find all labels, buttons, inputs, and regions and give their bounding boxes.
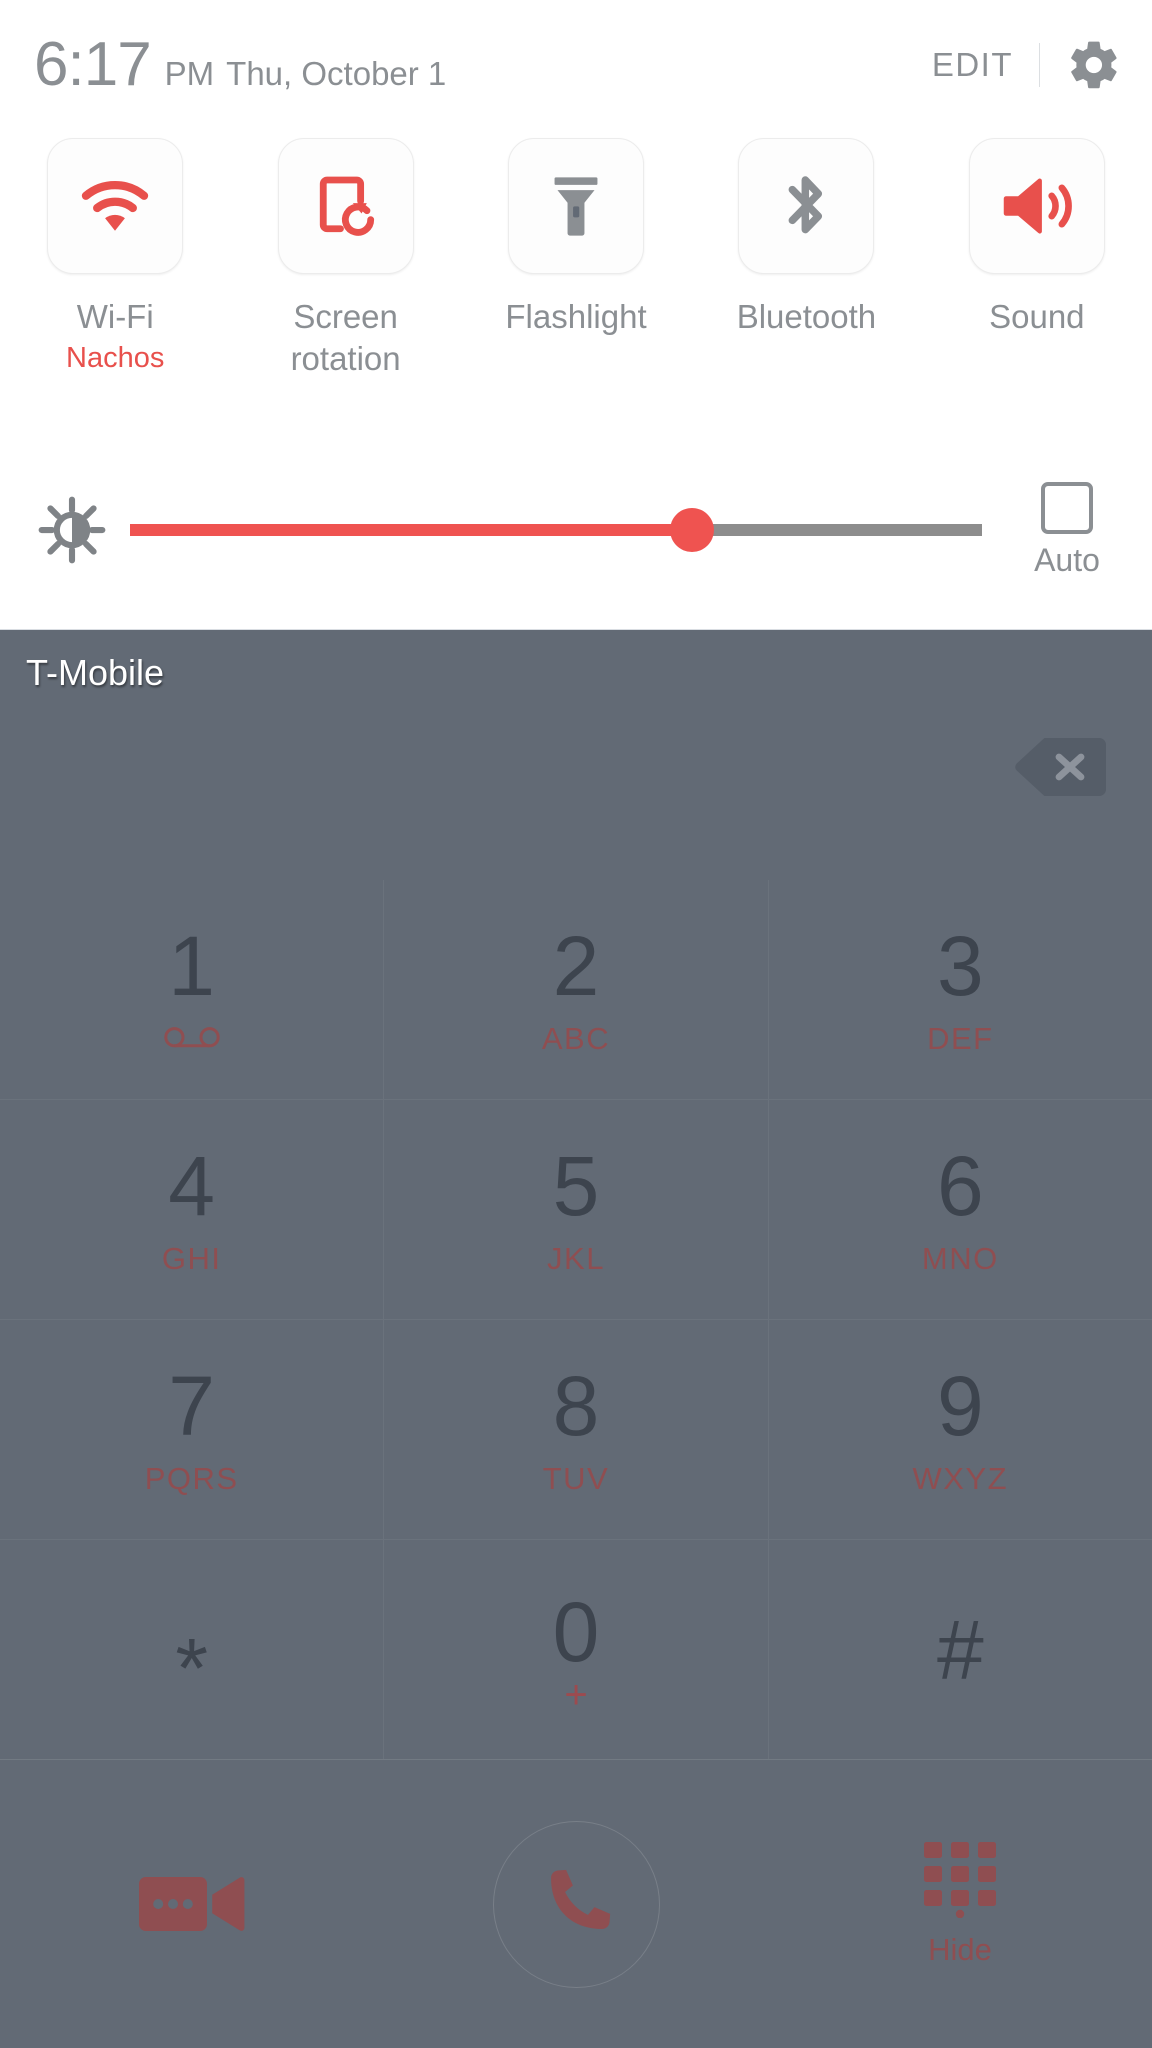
dialpad-key-hash[interactable]: # [768,1540,1152,1760]
toggle-sound[interactable]: Sound [922,138,1152,380]
toggle-bluetooth-label: Bluetooth [736,298,877,335]
phone-call-icon [551,1869,611,1929]
toggle-bluetooth-box [738,138,875,274]
dialpad-key-6[interactable]: 6 MNO [768,1100,1152,1320]
dialpad-key-0[interactable]: 0 + [384,1540,769,1760]
quick-settings-header: 6:17 PM Thu, October 1 EDIT [0,0,1152,130]
header-divider [1039,43,1040,87]
toggle-wifi-label: Wi-Fi [76,298,154,335]
dialpad-key-5-digit: 5 [552,1138,600,1233]
auto-brightness-toggle[interactable]: Auto [992,481,1142,579]
gear-icon [1071,41,1117,89]
settings-button[interactable] [1058,29,1130,101]
phone-screen: 6:17 PM Thu, October 1 EDIT Wi-Fi Nachos… [0,0,1152,2048]
dialpad-key-hash-symbol: # [936,1602,984,1697]
dialpad-key-star[interactable]: * [0,1540,385,1760]
dialpad-key-2-digit: 2 [552,918,600,1013]
dialpad-key-9[interactable]: 9 WXYZ [768,1320,1152,1540]
status-clock: 6:17 PM Thu, October 1 [34,34,446,96]
dialpad-row-4: * 0 + # [0,1540,1152,1760]
keypad-icon [924,1842,996,1918]
bluetooth-icon [788,176,823,234]
dialpad-key-9-digit: 9 [936,1358,984,1453]
brightness-row: Auto [0,470,1152,590]
toggle-flashlight-box [508,138,645,274]
dialpad: 1 2 ABC 3 DEF 4 GHI 5 JKL 6 MNO 7 PQRS 8… [0,880,1152,1760]
brightness-slider-fill [130,524,693,536]
backspace-icon [1015,738,1106,796]
hide-label: Hide [928,1932,992,1967]
dialpad-key-3-digit: 3 [936,918,984,1013]
dialpad-key-1[interactable]: 1 [0,880,385,1100]
auto-brightness-label: Auto [1034,541,1100,578]
screen-rotation-icon [319,176,374,236]
video-call-icon [139,1877,245,1931]
toggle-sound-box [968,138,1105,274]
voicemail-icon-wrap [163,1022,220,1056]
call-button-circle [492,1820,660,1988]
dialpad-key-6-letters: MNO [921,1240,999,1276]
quick-toggles-row: Wi-Fi Nachos Screen rotation Flashlight … [0,138,1152,380]
quick-settings-panel: 6:17 PM Thu, October 1 EDIT Wi-Fi Nachos… [0,0,1152,630]
dialpad-key-3-letters: DEF [927,1020,994,1056]
backspace-button[interactable] [1014,738,1106,796]
dialpad-key-3[interactable]: 3 DEF [768,880,1152,1100]
wifi-icon [82,180,149,231]
toggle-wifi[interactable]: Wi-Fi Nachos [0,138,230,380]
dialer-action-bar: Hide [0,1759,1152,2048]
hide-keypad-button[interactable]: Hide [768,1760,1152,2048]
brightness-icon [38,496,106,564]
dialpad-key-5[interactable]: 5 JKL [384,1100,769,1320]
header-actions: EDIT [916,0,1130,130]
toggle-wifi-network: Nachos [66,342,165,375]
auto-brightness-checkbox[interactable] [1041,481,1093,534]
dialpad-key-5-letters: JKL [547,1240,605,1276]
dialpad-key-6-digit: 6 [936,1138,984,1233]
toggle-flashlight[interactable]: Flashlight [461,138,691,380]
brightness-slider-thumb[interactable] [670,508,715,552]
dialpad-row-3: 7 PQRS 8 TUV 9 WXYZ [0,1320,1152,1540]
dialpad-key-4[interactable]: 4 GHI [0,1100,385,1320]
toggle-screen-rotation-box [277,138,414,274]
toggle-wifi-box [47,138,184,274]
dialpad-key-7[interactable]: 7 PQRS [0,1320,385,1540]
toggle-screen-rotation[interactable]: Screen rotation [230,138,460,380]
toggle-sound-label: Sound [989,298,1085,335]
clock-ampm: PM [164,55,215,92]
dialpad-key-1-digit: 1 [168,918,216,1013]
dialpad-key-8-digit: 8 [552,1358,600,1453]
edit-button[interactable]: EDIT [916,36,1029,94]
dialpad-key-9-letters: WXYZ [912,1460,1009,1496]
dialpad-key-2-letters: ABC [541,1020,611,1056]
toggle-bluetooth[interactable]: Bluetooth [691,138,921,380]
dialer-screen: T-Mobile 1 2 ABC 3 DEF 4 GHI 5 JKL 6 MNO… [0,630,1152,2048]
clock-time: 6:17 [34,30,152,99]
dialpad-key-7-digit: 7 [168,1358,216,1453]
dialpad-key-4-digit: 4 [168,1138,216,1233]
dialpad-key-0-plus: + [564,1672,588,1717]
video-call-button[interactable] [0,1760,384,2048]
voicemail-icon [163,1026,220,1047]
brightness-icon-wrap [22,495,122,565]
carrier-label: T-Mobile [26,652,165,693]
sound-icon [1003,178,1072,234]
call-button[interactable] [384,1760,768,2048]
dialpad-key-8[interactable]: 8 TUV [384,1320,769,1540]
toggle-flashlight-label: Flashlight [505,298,647,335]
dialpad-key-4-letters: GHI [161,1240,222,1276]
toggle-screen-rotation-label: Screen rotation [290,298,401,378]
dialpad-key-0-digit: 0 [552,1584,600,1679]
brightness-slider[interactable] [130,500,982,560]
dialpad-row-1: 1 2 ABC 3 DEF [0,880,1152,1100]
dialpad-key-star-symbol: * [175,1620,209,1715]
flashlight-icon [554,177,598,236]
clock-date: Thu, October 1 [226,55,447,92]
dialpad-key-8-letters: TUV [542,1460,610,1496]
dialpad-row-2: 4 GHI 5 JKL 6 MNO [0,1100,1152,1320]
dialpad-key-7-letters: PQRS [144,1460,239,1496]
dialpad-key-2[interactable]: 2 ABC [384,880,769,1100]
